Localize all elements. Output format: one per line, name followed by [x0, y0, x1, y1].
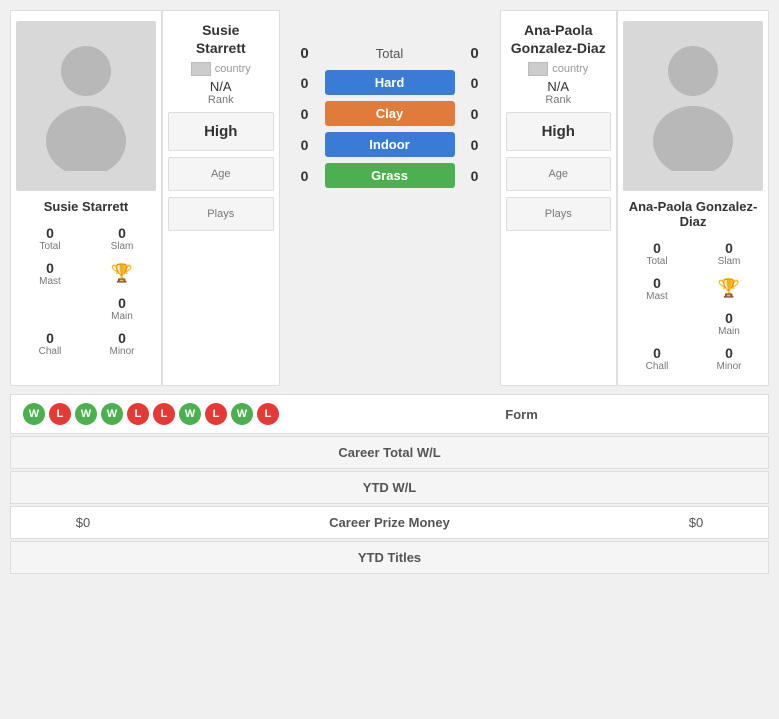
form-badge-8: W: [231, 403, 253, 425]
clay-left-val: 0: [290, 106, 320, 122]
left-total-val: 0: [290, 45, 320, 62]
left-chall-stat: 0 Chall: [16, 327, 84, 360]
left-center-name: Susie Starrett: [196, 21, 246, 57]
form-badges: WLWWLLWLWL: [23, 403, 279, 425]
indoor-left-val: 0: [290, 137, 320, 153]
total-row: 0 Total 0: [290, 15, 490, 62]
total-label: Total: [320, 46, 460, 61]
right-high-box: High: [506, 112, 612, 151]
left-age-box: Age: [168, 157, 274, 191]
left-high-box: High: [168, 112, 274, 151]
right-player-avatar: [623, 21, 763, 191]
grass-court-row: 0 Grass 0: [290, 163, 490, 188]
right-middle-panel: Ana-Paola Gonzalez-Diaz country N/A Rank…: [500, 10, 618, 386]
bottom-section: WLWWLLWLWL Form Career Total W/L YTD W/L…: [10, 394, 769, 574]
right-main-stat: 0 Main: [695, 307, 763, 340]
career-total-row: Career Total W/L: [10, 436, 769, 469]
prize-row: $0 Career Prize Money $0: [10, 506, 769, 539]
right-mast-stat: 0 Mast: [623, 272, 691, 305]
hard-court-btn[interactable]: Hard: [325, 70, 455, 95]
clay-right-val: 0: [460, 106, 490, 122]
indoor-right-val: 0: [460, 137, 490, 153]
indoor-court-btn[interactable]: Indoor: [325, 132, 455, 157]
right-prize-val: $0: [636, 515, 756, 530]
right-rank-box: N/A Rank: [545, 79, 571, 106]
left-middle-panel: Susie Starrett country N/A Rank High Age…: [162, 10, 280, 386]
form-badge-2: W: [75, 403, 97, 425]
form-badge-0: W: [23, 403, 45, 425]
right-stats-grid: 0 Total 0 Slam 0 Mast 🏆 0 Main: [623, 237, 763, 375]
left-minor-stat: 0 Minor: [88, 327, 156, 360]
hard-court-row: 0 Hard 0: [290, 70, 490, 95]
right-trophy: 🏆: [695, 272, 763, 305]
left-stats-grid: 0 Total 0 Slam 0 Mast 🏆 0 Main: [16, 222, 156, 360]
left-plays-box: Plays: [168, 197, 274, 231]
ytd-titles-row: YTD Titles: [10, 541, 769, 574]
ytd-wl-row: YTD W/L: [10, 471, 769, 504]
left-flag-img: [191, 62, 211, 76]
right-center-name: Ana-Paola Gonzalez-Diaz: [511, 21, 606, 57]
top-section: Susie Starrett 0 Total 0 Slam 0 Mast 🏆: [10, 10, 769, 386]
right-flag-img: [528, 62, 548, 76]
right-minor-stat: 0 Minor: [695, 342, 763, 375]
grass-left-val: 0: [290, 168, 320, 184]
right-country-flag: country: [528, 62, 588, 76]
right-player-name: Ana-Paola Gonzalez-Diaz: [623, 199, 763, 229]
right-player-card: Ana-Paola Gonzalez-Diaz 0 Total 0 Slam 0…: [617, 10, 769, 386]
right-trophy-icon: 🏆: [718, 278, 740, 299]
hard-right-val: 0: [460, 75, 490, 91]
left-total-stat: 0 Total: [16, 222, 84, 255]
form-badge-6: W: [179, 403, 201, 425]
form-badge-9: L: [257, 403, 279, 425]
right-slam-stat: 0 Slam: [695, 237, 763, 270]
right-age-box: Age: [506, 157, 612, 191]
left-trophy: 🏆: [88, 257, 156, 290]
left-mast-stat: 0 Mast: [16, 257, 84, 290]
form-badge-4: L: [127, 403, 149, 425]
form-badge-7: L: [205, 403, 227, 425]
right-chall-stat: 0 Chall: [623, 342, 691, 375]
form-label: Form: [287, 407, 756, 422]
clay-court-btn[interactable]: Clay: [325, 101, 455, 126]
left-player-avatar: [16, 21, 156, 191]
left-player-name: Susie Starrett: [44, 199, 129, 214]
left-prize-val: $0: [23, 515, 143, 530]
trophy-icon: 🏆: [111, 263, 133, 284]
right-total-stat: 0 Total: [623, 237, 691, 270]
right-total-val: 0: [460, 45, 490, 62]
clay-court-row: 0 Clay 0: [290, 101, 490, 126]
left-main-stat: 0 Main: [88, 292, 156, 325]
main-container: Susie Starrett 0 Total 0 Slam 0 Mast 🏆: [0, 0, 779, 584]
left-slam-stat: 0 Slam: [88, 222, 156, 255]
indoor-court-row: 0 Indoor 0: [290, 132, 490, 157]
grass-right-val: 0: [460, 168, 490, 184]
form-badge-3: W: [101, 403, 123, 425]
hard-left-val: 0: [290, 75, 320, 91]
left-rank-box: N/A Rank: [208, 79, 234, 106]
center-court-panel: 0 Total 0 0 Hard 0 0 Clay 0 0 Indoor 0 0: [280, 10, 500, 386]
left-country-flag: country: [191, 62, 251, 76]
prize-label: Career Prize Money: [143, 515, 636, 530]
left-player-card: Susie Starrett 0 Total 0 Slam 0 Mast 🏆: [10, 10, 162, 386]
grass-court-btn[interactable]: Grass: [325, 163, 455, 188]
right-plays-box: Plays: [506, 197, 612, 231]
form-row: WLWWLLWLWL Form: [10, 394, 769, 434]
form-badge-1: L: [49, 403, 71, 425]
form-badge-5: L: [153, 403, 175, 425]
